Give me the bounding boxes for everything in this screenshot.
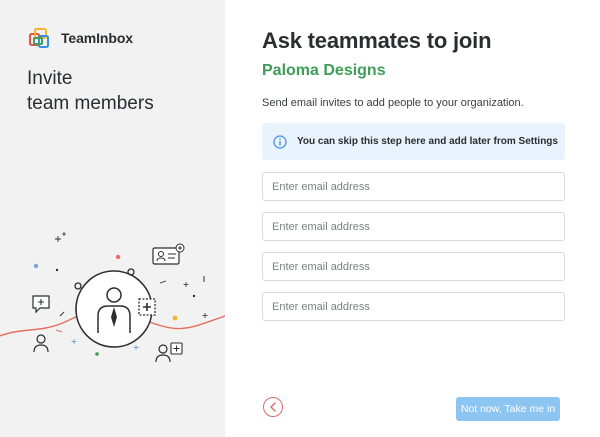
chevron-left-icon bbox=[270, 402, 276, 412]
organization-name: Paloma Designs bbox=[262, 62, 386, 79]
skip-button[interactable]: Not now, Take me in bbox=[456, 397, 560, 421]
page-description: Send email invites to add people to your… bbox=[262, 97, 524, 109]
main-panel: Ask teammates to join Paloma Designs Sen… bbox=[225, 0, 600, 437]
email-field-2[interactable] bbox=[262, 212, 565, 241]
info-icon bbox=[273, 134, 287, 149]
left-heading: Invite team members bbox=[27, 66, 154, 116]
left-panel: TeamInbox Invite team members bbox=[0, 0, 225, 437]
brand: TeamInbox bbox=[27, 26, 133, 50]
left-heading-line2: team members bbox=[27, 93, 154, 114]
left-heading-line1: Invite bbox=[27, 68, 73, 89]
invite-illustration bbox=[0, 232, 225, 363]
back-button[interactable] bbox=[263, 397, 283, 417]
info-banner: You can skip this step here and add late… bbox=[262, 123, 565, 160]
teaminbox-logo-icon bbox=[29, 28, 49, 48]
page-title: Ask teammates to join bbox=[262, 28, 492, 53]
info-text: You can skip this step here and add late… bbox=[297, 136, 558, 147]
brand-name: TeamInbox bbox=[61, 30, 133, 46]
email-field-1[interactable] bbox=[262, 172, 565, 201]
email-field-4[interactable] bbox=[262, 292, 565, 321]
email-field-3[interactable] bbox=[262, 252, 565, 281]
